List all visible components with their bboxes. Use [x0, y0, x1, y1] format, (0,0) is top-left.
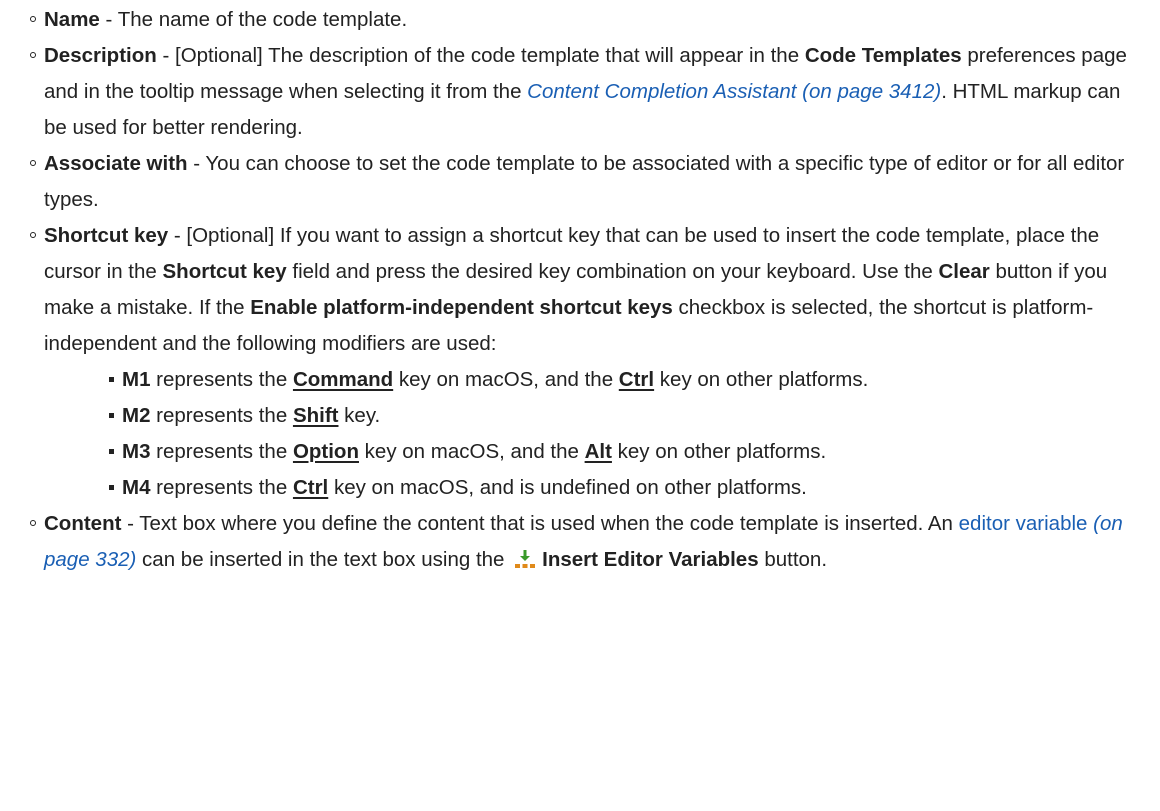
modifier-key: M1 [122, 368, 151, 391]
key-ctrl: Ctrl [618, 368, 655, 391]
modifier-text: key on other platforms. [611, 440, 827, 463]
modifier-text: key on macOS, and the [393, 368, 619, 391]
list-item-description: Description - [Optional] The description… [28, 38, 1140, 146]
modifier-key: M4 [122, 476, 151, 499]
key-alt: Alt [584, 440, 612, 463]
modifier-item-m2: M2 represents the Shift key. [109, 398, 1140, 434]
modifier-text: key on macOS, and the [358, 440, 585, 463]
list-item-shortcut-key: Shortcut key - [Optional] If you want to… [28, 218, 1140, 506]
modifier-text: key on macOS, and is undefined on other … [328, 476, 807, 499]
clear-label: Clear [938, 260, 990, 283]
desc-description-1: - [Optional] The description of the code… [156, 44, 805, 67]
list-item-content: Content - Text box where you define the … [28, 506, 1140, 578]
modifier-list: M1 represents the Command key on macOS, … [44, 362, 1140, 506]
document-body: Name - The name of the code template. De… [0, 0, 1160, 578]
enable-platform-independent-label: Enable platform-independent shortcut key… [250, 296, 673, 319]
modifier-item-m4: M4 represents the Ctrl key on macOS, and… [109, 470, 1140, 506]
modifier-key: M3 [122, 440, 151, 463]
modifier-text: represents the [150, 476, 293, 499]
modifier-item-m1: M1 represents the Command key on macOS, … [109, 362, 1140, 398]
list-item-associate-with: Associate with - You can choose to set t… [28, 146, 1140, 218]
key-ctrl: Ctrl [292, 476, 329, 499]
term-description: Description [44, 44, 157, 67]
modifier-text: key. [338, 404, 381, 427]
term-content: Content [44, 512, 122, 535]
term-shortcut-key: Shortcut key [44, 224, 169, 247]
term-name: Name [44, 8, 100, 31]
list-item-name: Name - The name of the code template. [28, 2, 1140, 38]
modifier-item-m3: M3 represents the Option key on macOS, a… [109, 434, 1140, 470]
insert-editor-variables-icon [514, 545, 536, 568]
code-templates-label: Code Templates [804, 44, 962, 67]
desc-content-2: can be inserted in the text box using th… [136, 548, 511, 571]
desc-associate-with: - You can choose to set the code templat… [44, 152, 1125, 211]
desc-content-3: button. [758, 548, 828, 571]
shortcut-key-label: Shortcut key [162, 260, 287, 283]
content-completion-link[interactable]: Content Completion Assistant (on page 34… [527, 80, 941, 103]
insert-editor-variables-label: Insert Editor Variables [542, 548, 759, 571]
key-option: Option [292, 440, 359, 463]
key-command: Command [292, 368, 394, 391]
modifier-key: M2 [122, 404, 151, 427]
desc-content-1: - Text box where you define the content … [121, 512, 959, 535]
modifier-text: represents the [150, 440, 293, 463]
modifier-text: represents the [150, 368, 293, 391]
key-shift: Shift [292, 404, 339, 427]
modifier-text: represents the [150, 404, 293, 427]
term-associate-with: Associate with [44, 152, 188, 175]
modifier-text: key on other platforms. [654, 368, 869, 391]
desc-shortcut-2: field and press the desired key combinat… [286, 260, 939, 283]
field-list: Name - The name of the code template. De… [28, 2, 1140, 578]
desc-name: - The name of the code template. [99, 8, 408, 31]
